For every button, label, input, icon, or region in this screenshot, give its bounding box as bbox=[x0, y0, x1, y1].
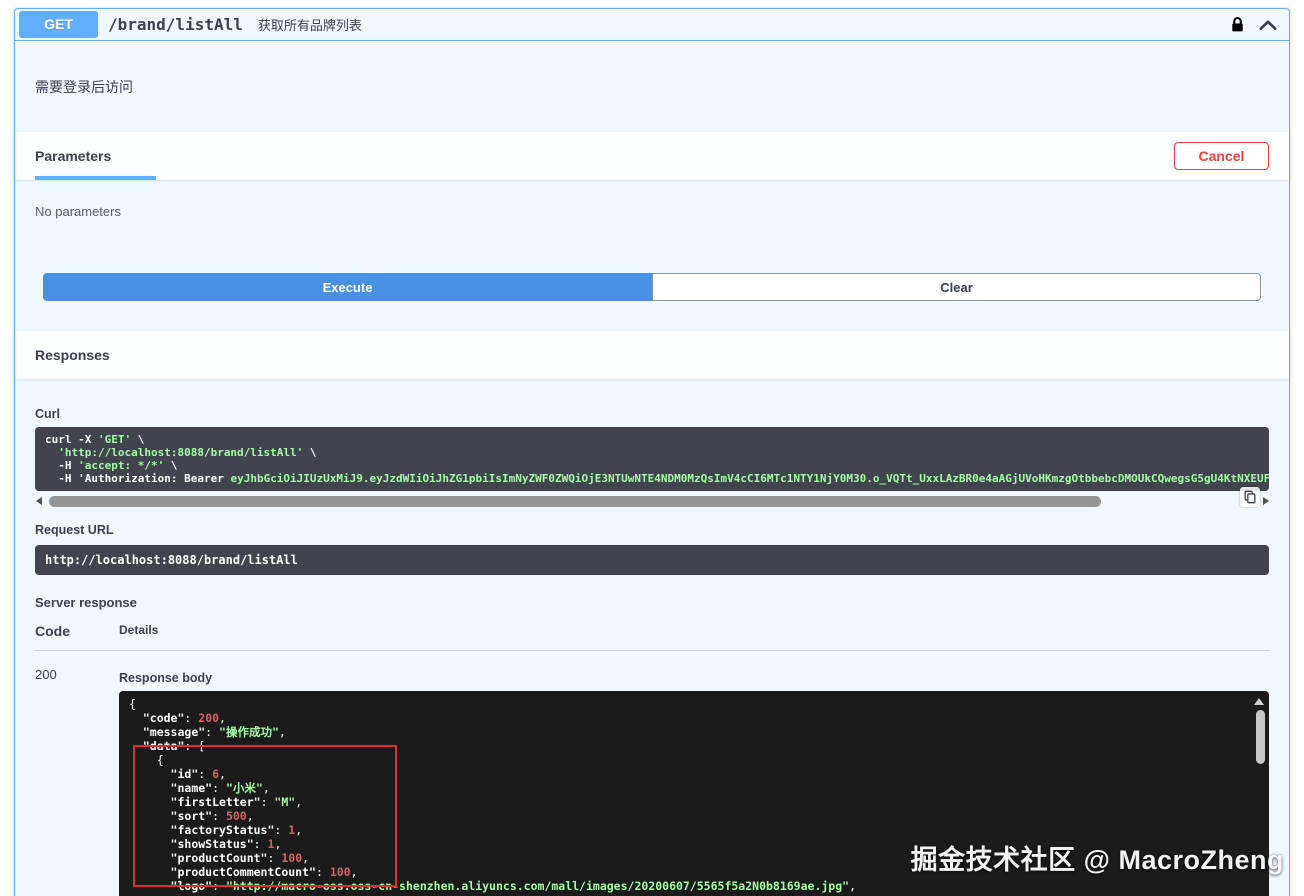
no-parameters-text: No parameters bbox=[15, 180, 1289, 255]
curl-label: Curl bbox=[35, 407, 1269, 421]
request-url-value: http://localhost:8088/brand/listAll bbox=[35, 545, 1269, 575]
response-scrollbar-thumb[interactable] bbox=[1256, 710, 1265, 764]
execute-button[interactable]: Execute bbox=[43, 273, 652, 301]
scroll-up-arrow-icon[interactable] bbox=[1254, 698, 1264, 705]
execute-row: Execute Clear bbox=[43, 273, 1261, 301]
endpoint-path: /brand/listAll bbox=[108, 15, 243, 34]
method-badge: GET bbox=[19, 11, 98, 38]
response-body-label: Response body bbox=[119, 671, 1269, 685]
copy-to-clipboard-button[interactable] bbox=[1240, 487, 1260, 507]
curl-command: curl -X 'GET' \ 'http://localhost:8088/b… bbox=[35, 427, 1269, 491]
swagger-endpoint-page: GET /brand/listAll 获取所有品牌列表 需要登录后访问 bbox=[0, 0, 1304, 896]
table-header-row: Code Details bbox=[35, 623, 1269, 651]
clipboard-icon bbox=[1243, 490, 1257, 504]
curl-wrapper: curl -X 'GET' \ 'http://localhost:8088/b… bbox=[35, 427, 1269, 507]
request-url-label: Request URL bbox=[35, 523, 1269, 537]
responses-header: Responses bbox=[15, 331, 1289, 379]
tab-parameters-label: Parameters bbox=[35, 148, 111, 164]
tab-parameters[interactable]: Parameters bbox=[35, 132, 156, 180]
scroll-right-arrow-icon[interactable] bbox=[1263, 497, 1269, 505]
endpoint-summary[interactable]: GET /brand/listAll 获取所有品牌列表 bbox=[15, 9, 1289, 41]
server-response-label: Server response bbox=[35, 595, 1269, 610]
response-body-wrapper: { "code": 200, "message": "操作成功", "data"… bbox=[119, 691, 1269, 896]
details-column-header: Details bbox=[119, 623, 158, 639]
status-code: 200 bbox=[35, 665, 119, 896]
chevron-up-icon[interactable] bbox=[1259, 19, 1277, 31]
code-column-header: Code bbox=[35, 623, 119, 639]
curl-horizontal-scrollbar[interactable] bbox=[35, 496, 1269, 507]
response-row: 200 Response body { "code": 200, "messag… bbox=[35, 651, 1269, 896]
lock-icon[interactable] bbox=[1231, 16, 1244, 33]
responses-title: Responses bbox=[35, 347, 110, 363]
clear-button[interactable]: Clear bbox=[652, 273, 1261, 301]
opblock-get: GET /brand/listAll 获取所有品牌列表 需要登录后访问 bbox=[14, 8, 1290, 896]
server-response-table: Code Details 200 Response body { "code":… bbox=[35, 623, 1269, 896]
cancel-button[interactable]: Cancel bbox=[1174, 142, 1269, 170]
response-body-json: { "code": 200, "message": "操作成功", "data"… bbox=[119, 691, 1269, 896]
auth-note: 需要登录后访问 bbox=[15, 41, 1289, 132]
horizontal-scrollbar-thumb[interactable] bbox=[49, 496, 1101, 507]
parameters-header: Parameters Cancel bbox=[15, 132, 1289, 180]
responses-body: Curl curl -X 'GET' \ 'http://localhost:8… bbox=[15, 379, 1289, 896]
scroll-left-arrow-icon[interactable] bbox=[36, 497, 42, 505]
endpoint-description: 获取所有品牌列表 bbox=[258, 15, 362, 34]
